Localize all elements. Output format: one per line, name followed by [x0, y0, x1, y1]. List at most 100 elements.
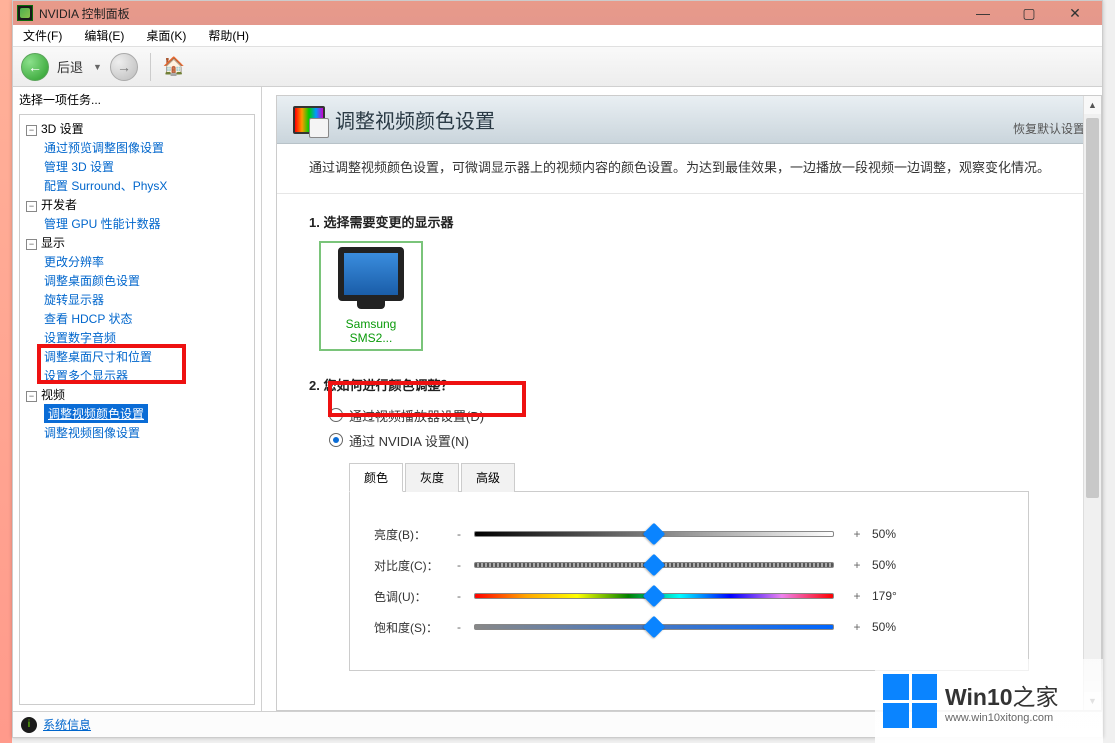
monitor-icon [338, 247, 404, 301]
left-edge-strip [0, 0, 12, 743]
watermark: Win10之家 www.win10xitong.com [875, 659, 1103, 743]
tree-link[interactable]: 旋转显示器 [44, 290, 252, 309]
color-tabs: 颜色 灰度 高级 [349, 462, 1069, 491]
tree-cat-3d[interactable]: 3D 设置 [41, 122, 84, 136]
windows-logo-icon [883, 674, 937, 728]
radio-player-label: 通过视频播放器设置(D) [349, 406, 484, 425]
contrast-track[interactable] [474, 557, 834, 573]
tree-link[interactable]: 调整视频图像设置 [44, 423, 252, 442]
expand-icon[interactable]: − [26, 125, 37, 136]
content-header: 调整视频颜色设置 恢复默认设置 [277, 96, 1101, 144]
radio-icon [329, 408, 343, 422]
saturation-label: 饱和度(S)： [374, 619, 452, 636]
plus-icon: + [850, 558, 864, 572]
minus-icon: - [452, 527, 466, 541]
menu-desktop[interactable]: 桌面(K) [142, 25, 190, 46]
saturation-track[interactable] [474, 619, 834, 635]
watermark-url: www.win10xitong.com [945, 712, 1059, 724]
tree-link[interactable]: 查看 HDCP 状态 [44, 309, 252, 328]
toolbar-separator [150, 53, 151, 81]
tab-gamma[interactable]: 灰度 [405, 463, 459, 492]
tab-color[interactable]: 颜色 [349, 463, 403, 492]
tree-link[interactable]: 管理 GPU 性能计数器 [44, 214, 252, 233]
body-area: 选择一项任务... −3D 设置 通过预览调整图像设置 管理 3D 设置 配置 … [13, 87, 1102, 711]
slider-thumb[interactable] [643, 585, 666, 608]
slider-hue: 色调(U)： - + 179° [374, 588, 1004, 605]
plus-icon: + [850, 589, 864, 603]
sidebar-task-label: 选择一项任务... [13, 87, 261, 112]
back-label: 后退 [57, 57, 83, 76]
hue-label: 色调(U)： [374, 588, 452, 605]
nvidia-icon [17, 5, 33, 21]
close-button[interactable]: ✕ [1052, 1, 1098, 25]
menu-edit[interactable]: 编辑(E) [80, 25, 128, 46]
tree-link[interactable]: 配置 Surround、PhysX [44, 176, 252, 195]
minus-icon: - [452, 589, 466, 603]
saturation-value: 50% [872, 620, 916, 634]
expand-icon[interactable]: − [26, 201, 37, 212]
brightness-label: 亮度(B)： [374, 526, 452, 543]
restore-defaults-link[interactable]: 恢复默认设置 [1013, 120, 1085, 137]
contrast-label: 对比度(C)： [374, 557, 452, 574]
tree-link[interactable]: 设置多个显示器 [44, 366, 252, 385]
slider-thumb[interactable] [643, 523, 666, 546]
radio-player[interactable]: 通过视频播放器设置(D) [329, 406, 1069, 425]
contrast-value: 50% [872, 558, 916, 572]
back-button[interactable]: ← [21, 53, 49, 81]
menu-help[interactable]: 帮助(H) [204, 25, 253, 46]
monitor-label: Samsung SMS2... [346, 317, 397, 345]
expand-icon[interactable]: − [26, 239, 37, 250]
tree-link[interactable]: 调整桌面尺寸和位置 [44, 347, 252, 366]
watermark-title: Win10之家 [945, 678, 1059, 712]
menu-file[interactable]: 文件(F) [19, 25, 66, 46]
back-dropdown-icon[interactable]: ▼ [93, 62, 102, 72]
tree-cat-display[interactable]: 显示 [41, 236, 65, 250]
sidebar: 选择一项任务... −3D 设置 通过预览调整图像设置 管理 3D 设置 配置 … [13, 87, 262, 711]
tree-link-selected[interactable]: 调整视频颜色设置 [44, 404, 148, 423]
plus-icon: + [850, 620, 864, 634]
tab-advanced[interactable]: 高级 [461, 463, 515, 492]
home-icon[interactable]: 🏠 [163, 56, 185, 78]
sysinfo-icon: i [21, 717, 37, 733]
content-inner: 调整视频颜色设置 恢复默认设置 通过调整视频颜色设置，可微调显示器上的视频内容的… [276, 95, 1102, 711]
tree-link[interactable]: 通过预览调整图像设置 [44, 138, 252, 157]
title-bar[interactable]: NVIDIA 控制面板 — ▢ ✕ [13, 1, 1102, 25]
tree-link[interactable]: 调整桌面颜色设置 [44, 271, 252, 290]
task-tree[interactable]: −3D 设置 通过预览调整图像设置 管理 3D 设置 配置 Surround、P… [19, 114, 255, 705]
minus-icon: - [452, 558, 466, 572]
slider-brightness: 亮度(B)： - + 50% [374, 526, 1004, 543]
maximize-button[interactable]: ▢ [1006, 1, 1052, 25]
plus-icon: + [850, 527, 864, 541]
step1-title: 1. 选择需要变更的显示器 [309, 212, 1069, 231]
window-title: NVIDIA 控制面板 [39, 5, 130, 22]
color-bars-icon [293, 106, 325, 134]
expand-icon[interactable]: − [26, 391, 37, 402]
toolbar: ← 后退 ▼ → 🏠 [13, 47, 1102, 87]
step2-title: 2. 您如何进行颜色调整？ [309, 375, 1069, 394]
sysinfo-link[interactable]: 系统信息 [43, 716, 91, 733]
radio-icon [329, 433, 343, 447]
tree-link[interactable]: 更改分辨率 [44, 252, 252, 271]
slider-saturation: 饱和度(S)： - + 50% [374, 619, 1004, 636]
tree-cat-dev[interactable]: 开发者 [41, 198, 77, 212]
slider-contrast: 对比度(C)： - + 50% [374, 557, 1004, 574]
slider-thumb[interactable] [643, 616, 666, 639]
vertical-scrollbar[interactable]: ▲ ▼ [1083, 96, 1101, 710]
brightness-track[interactable] [474, 526, 834, 542]
minimize-button[interactable]: — [960, 1, 1006, 25]
slider-thumb[interactable] [643, 554, 666, 577]
app-window: NVIDIA 控制面板 — ▢ ✕ 文件(F) 编辑(E) 桌面(K) 帮助(H… [12, 0, 1103, 738]
hue-value: 179° [872, 589, 916, 603]
monitor-item[interactable]: Samsung SMS2... [321, 243, 421, 349]
menu-bar: 文件(F) 编辑(E) 桌面(K) 帮助(H) [13, 25, 1102, 47]
forward-button[interactable]: → [110, 53, 138, 81]
scrollbar-thumb[interactable] [1086, 118, 1099, 498]
hue-track[interactable] [474, 588, 834, 604]
radio-nvidia[interactable]: 通过 NVIDIA 设置(N) [329, 431, 1069, 450]
tree-cat-video[interactable]: 视频 [41, 388, 65, 402]
page-description: 通过调整视频颜色设置，可微调显示器上的视频内容的颜色设置。为达到最佳效果，一边播… [277, 144, 1101, 194]
tree-link[interactable]: 设置数字音频 [44, 328, 252, 347]
scroll-up-icon[interactable]: ▲ [1084, 96, 1101, 114]
page-title: 调整视频颜色设置 [335, 105, 495, 134]
tree-link[interactable]: 管理 3D 设置 [44, 157, 252, 176]
